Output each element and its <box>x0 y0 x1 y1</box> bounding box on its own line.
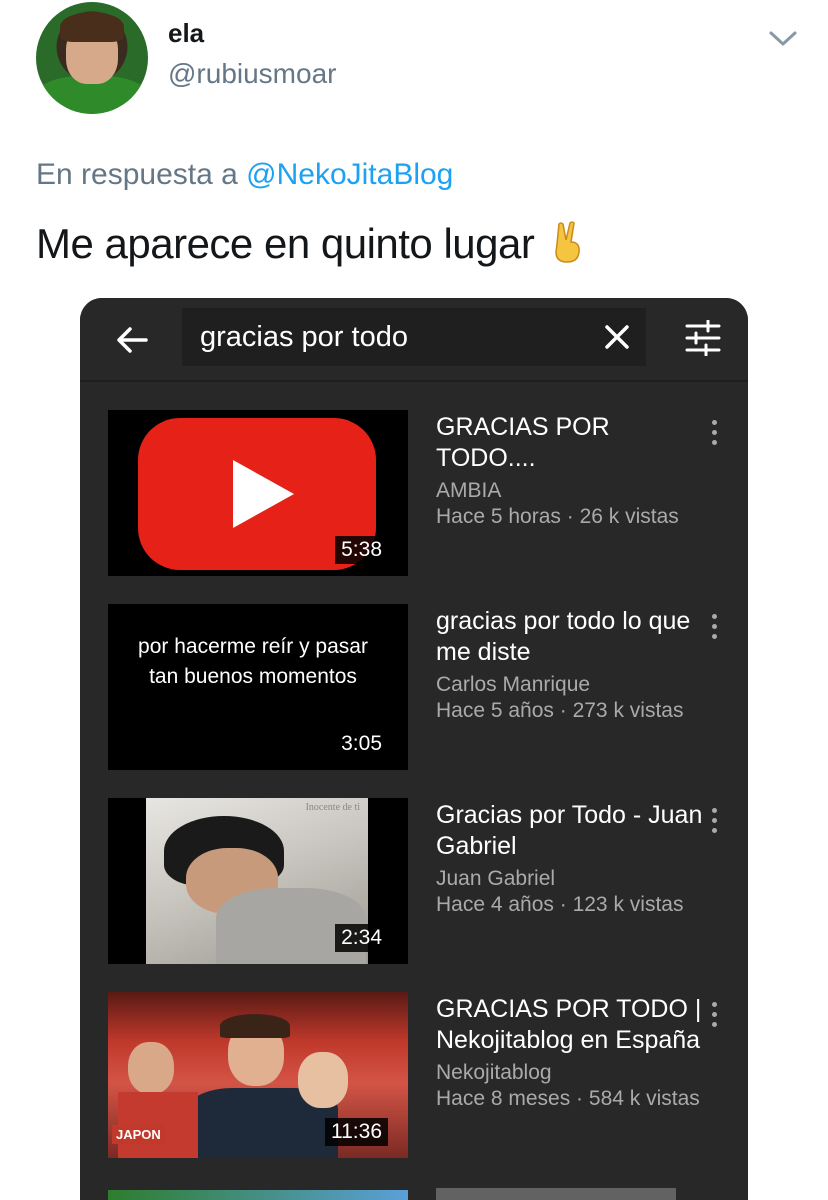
thumbnail-caption: Inocente de ti <box>305 802 360 813</box>
video-duration: 2:34 <box>335 924 388 952</box>
video-thumbnail[interactable]: JAPON 11:36 <box>108 992 408 1158</box>
more-vertical-icon[interactable] <box>706 420 722 460</box>
search-query: gracias por todo <box>200 321 408 353</box>
channel-name[interactable]: Carlos Manrique <box>436 672 704 698</box>
avatar-hair <box>60 12 124 42</box>
reply-mention-link[interactable]: @NekoJitaBlog <box>246 158 453 191</box>
video-duration: 5:38 <box>335 536 388 564</box>
chevron-down-icon[interactable] <box>768 28 798 50</box>
video-meta: Hace 4 años · 123 k vistas <box>436 893 684 916</box>
reply-prefix: En respuesta a <box>36 158 238 191</box>
thumbnail-badge: JAPON <box>112 1125 165 1144</box>
search-toolbar: gracias por todo <box>80 298 748 382</box>
search-input[interactable]: gracias por todo <box>182 308 646 366</box>
channel-name[interactable]: Nekojitablog <box>436 1060 704 1086</box>
video-title[interactable]: GRACIAS POR TODO.... <box>436 412 704 474</box>
video-thumbnail[interactable]: Inocente de ti 2:34 <box>108 798 408 964</box>
video-duration: 11:36 <box>325 1118 388 1146</box>
channel-name[interactable]: Juan Gabriel <box>436 866 704 892</box>
video-meta: Hace 5 horas · 26 k vistas <box>436 505 679 528</box>
video-info: Gracias por Todo - Juan Gabriel Juan Gab… <box>436 800 704 918</box>
video-info: gracias por todo lo que me diste Carlos … <box>436 606 704 724</box>
filter-icon[interactable] <box>684 320 722 356</box>
video-thumbnail[interactable]: 5:38 <box>108 410 408 576</box>
next-result-title-peek <box>436 1188 676 1200</box>
result-item[interactable]: Inocente de ti 2:34 Gracias por Todo - J… <box>80 770 748 964</box>
avatar[interactable] <box>36 2 148 114</box>
result-item[interactable]: 5:38 GRACIAS POR TODO.... AMBIA Hace 5 h… <box>80 382 748 576</box>
video-meta: Hace 5 años · 273 k vistas <box>436 699 684 722</box>
display-name[interactable]: ela <box>168 18 204 49</box>
next-result-thumbnail-peek[interactable] <box>108 1190 408 1200</box>
thumbnail-text: por hacerme reír y pasar tan buenos mome… <box>138 635 368 688</box>
video-title[interactable]: gracias por todo lo que me diste <box>436 606 704 668</box>
back-arrow-icon[interactable] <box>110 318 154 362</box>
result-item[interactable]: por hacerme reír y pasar tan buenos mome… <box>80 576 748 770</box>
more-vertical-icon[interactable] <box>706 808 722 848</box>
clear-icon[interactable] <box>602 322 632 352</box>
video-title[interactable]: Gracias por Todo - Juan Gabriel <box>436 800 704 862</box>
video-meta: Hace 8 meses · 584 k vistas <box>436 1087 700 1110</box>
tweet-text: Me aparece en quinto lugar <box>36 220 586 268</box>
reply-context: En respuesta a @NekoJitaBlog <box>36 158 453 192</box>
video-info: GRACIAS POR TODO | Nekojitablog en Españ… <box>436 994 704 1112</box>
tweet-body: Me aparece en quinto lugar <box>36 220 535 267</box>
video-title[interactable]: GRACIAS POR TODO | Nekojitablog en Españ… <box>436 994 704 1056</box>
more-vertical-icon[interactable] <box>706 614 722 654</box>
more-vertical-icon[interactable] <box>706 1002 722 1042</box>
victory-hand-icon <box>554 221 580 263</box>
channel-name[interactable]: AMBIA <box>436 478 704 504</box>
user-handle[interactable]: @rubiusmoar <box>168 58 336 90</box>
video-info: GRACIAS POR TODO.... AMBIA Hace 5 horas … <box>436 412 704 530</box>
result-item[interactable]: JAPON 11:36 GRACIAS POR TODO | Nekojitab… <box>80 964 748 1158</box>
video-duration: 3:05 <box>335 730 388 758</box>
video-thumbnail[interactable]: por hacerme reír y pasar tan buenos mome… <box>108 604 408 770</box>
youtube-search-screenshot: gracias por todo 5:38 GRACIAS POR TODO..… <box>80 298 748 1200</box>
